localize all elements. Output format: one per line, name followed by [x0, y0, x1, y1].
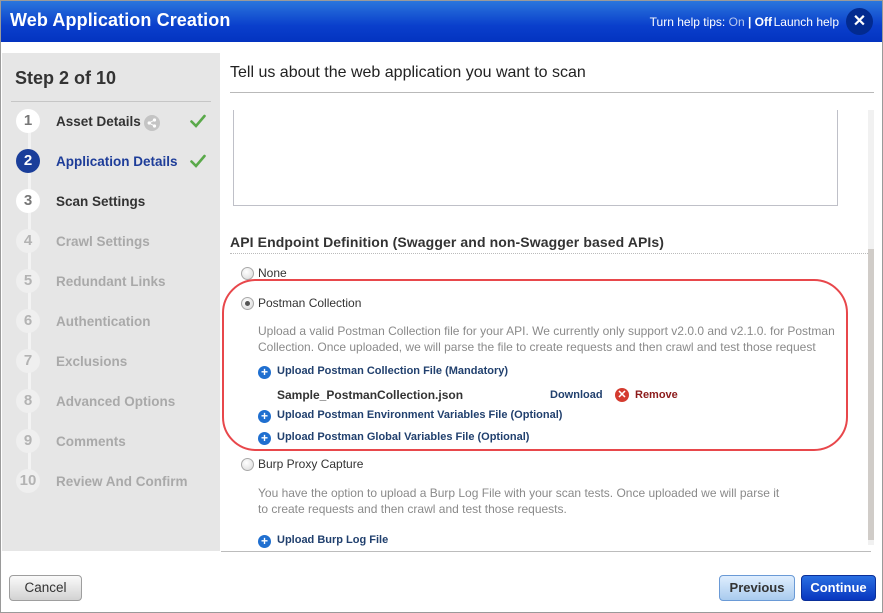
footer-divider [221, 551, 871, 552]
description-line: Collection. Once uploaded, we will parse… [258, 340, 816, 354]
step-label: Asset Details [56, 114, 141, 129]
help-tips-separator: | [747, 15, 752, 29]
plus-circle-icon: + [258, 432, 271, 445]
step-number: 1 [16, 109, 40, 133]
heading-divider [230, 92, 874, 93]
dialog-title: Web Application Creation [10, 10, 231, 30]
previous-button[interactable]: Previous [719, 575, 795, 601]
close-icon: ✕ [852, 13, 867, 30]
step-number: 10 [16, 469, 40, 493]
description-line: Upload a valid Postman Collection file f… [258, 324, 835, 338]
step-label: Redundant Links [56, 274, 166, 289]
step-number: 3 [16, 189, 40, 213]
sidebar-step-authentication: 6 Authentication [2, 307, 220, 337]
title-bar: Web Application Creation Turn help tips:… [1, 1, 882, 42]
step-number: 5 [16, 269, 40, 293]
step-label: Authentication [56, 314, 151, 329]
radio-label: None [258, 266, 287, 280]
sidebar-step-crawl-settings: 4 Crawl Settings [2, 227, 220, 257]
help-tips-toggle: Turn help tips: On | Off [650, 15, 772, 29]
step-label: Scan Settings [56, 194, 146, 209]
help-tips-off[interactable]: Off [755, 15, 772, 29]
check-icon [190, 114, 206, 128]
radio-burp[interactable] [241, 458, 254, 471]
close-button[interactable]: ✕ [846, 8, 873, 35]
step-counter: Step 2 of 10 [15, 68, 117, 88]
upload-label: Upload Postman Collection File (Mandator… [277, 365, 509, 377]
help-tips-on[interactable]: On [729, 15, 745, 29]
sidebar-step-asset-details[interactable]: 1 Asset Details [2, 107, 220, 137]
page-heading: Tell us about the web application you wa… [230, 64, 586, 81]
step-number: 9 [16, 429, 40, 453]
sidebar-step-application-details[interactable]: 2 Application Details [2, 147, 220, 177]
remove-label: Remove [635, 389, 678, 401]
remove-circle-icon: ✕ [615, 388, 629, 402]
sidebar-step-exclusions: 7 Exclusions [2, 347, 220, 377]
sidebar-step-review-and-confirm: 10 Review And Confirm [2, 467, 220, 497]
postman-description: Upload a valid Postman Collection file f… [258, 323, 835, 355]
wizard-sidebar: Step 2 of 10 1 Asset Details 2 Applicati… [2, 53, 220, 551]
sidebar-step-advanced-options: 8 Advanced Options [2, 387, 220, 417]
step-label: Crawl Settings [56, 234, 150, 249]
sidebar-step-comments: 9 Comments [2, 427, 220, 457]
radio-postman[interactable] [241, 297, 254, 310]
section-divider [230, 253, 870, 254]
continue-button[interactable]: Continue [801, 575, 876, 601]
radio-label: Burp Proxy Capture [258, 457, 364, 471]
sidebar-step-redundant-links: 5 Redundant Links [2, 267, 220, 297]
upload-label: Upload Burp Log File [277, 534, 389, 546]
step-number: 7 [16, 349, 40, 373]
description-textarea[interactable] [233, 110, 838, 206]
burp-description: You have the option to upload a Burp Log… [258, 485, 779, 517]
plus-circle-icon: + [258, 410, 271, 423]
step-label: Comments [56, 434, 126, 449]
step-number: 8 [16, 389, 40, 413]
plus-circle-icon: + [258, 535, 271, 548]
description-line: You have the option to upload a Burp Log… [258, 486, 780, 500]
cancel-button[interactable]: Cancel [9, 575, 82, 601]
help-tips-label: Turn help tips: [649, 15, 726, 29]
step-label: Application Details [56, 154, 178, 169]
download-link[interactable]: Download [550, 389, 603, 401]
step-number: 6 [16, 309, 40, 333]
radio-none[interactable] [241, 267, 254, 280]
main-panel: Tell us about the web application you wa… [220, 53, 882, 551]
check-icon [190, 154, 206, 168]
file-name: Sample_PostmanCollection.json [277, 388, 464, 402]
step-number: 4 [16, 229, 40, 253]
scrollbar-thumb[interactable] [868, 249, 874, 540]
share-icon [144, 115, 160, 131]
radio-label: Postman Collection [258, 296, 362, 310]
step-number: 2 [16, 149, 40, 173]
launch-help-link[interactable]: Launch help [774, 15, 839, 29]
step-label: Advanced Options [56, 394, 176, 409]
upload-label: Upload Postman Global Variables File (Op… [277, 431, 530, 443]
step-label: Review And Confirm [56, 474, 188, 489]
sidebar-divider [11, 101, 211, 102]
dialog-window: Web Application Creation Turn help tips:… [0, 0, 883, 613]
form-scroll-area: API Endpoint Definition (Swagger and non… [220, 110, 882, 551]
description-line: to create requests and then crawl and te… [258, 502, 567, 516]
plus-circle-icon: + [258, 366, 271, 379]
upload-label: Upload Postman Environment Variables Fil… [277, 409, 563, 421]
sidebar-step-scan-settings[interactable]: 3 Scan Settings [2, 187, 220, 217]
api-section-title: API Endpoint Definition (Swagger and non… [230, 234, 665, 250]
step-label: Exclusions [56, 354, 128, 369]
